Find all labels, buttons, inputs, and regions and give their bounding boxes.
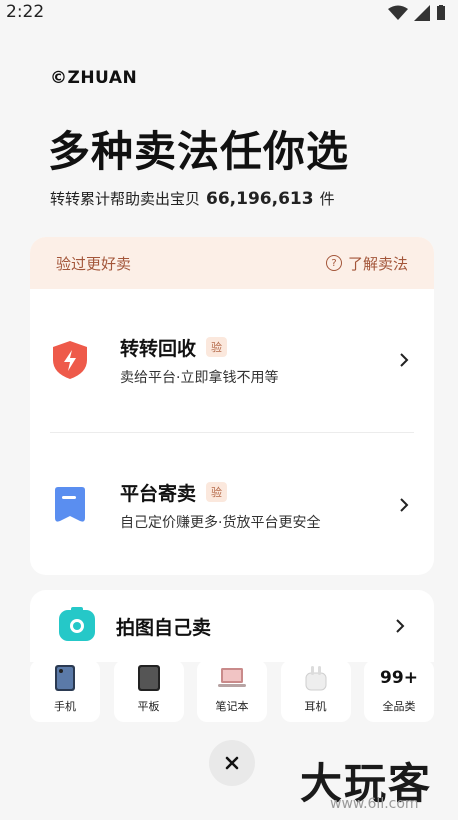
shield-icon	[50, 340, 90, 380]
status-time: 2:22	[6, 2, 45, 22]
signal-icon	[414, 5, 430, 21]
verified-title: 验过更好卖	[56, 254, 132, 273]
photo-sell-card: 拍图自己卖	[30, 590, 434, 662]
verified-header: 验过更好卖 ? 了解卖法	[30, 237, 434, 289]
consignment-title: 平台寄卖	[120, 482, 197, 505]
status-icons	[388, 5, 446, 21]
status-bar: 2:22	[0, 0, 458, 26]
consignment-desc: 自己定价赚更多·货放平台更安全	[120, 514, 321, 531]
consignment-option[interactable]: 平台寄卖 验 自己定价赚更多·货放平台更安全	[50, 465, 414, 545]
help-icon: ?	[325, 255, 342, 271]
tablet-icon	[137, 664, 161, 692]
brand-logo: ©ZHUAN	[50, 68, 138, 88]
recycle-option[interactable]: 转转回收 验 卖给平台·立即拿钱不用等	[50, 320, 414, 400]
category-label: 手机	[54, 700, 76, 713]
sold-count-line: 转转累计帮助卖出宝贝 66,196,613 件	[50, 188, 335, 209]
close-icon	[225, 756, 239, 770]
sold-count-prefix: 转转累计帮助卖出宝贝	[50, 190, 201, 208]
category-laptop[interactable]: 笔记本	[197, 660, 267, 722]
photo-sell-option[interactable]: 拍图自己卖	[58, 606, 410, 646]
battery-icon	[437, 5, 445, 20]
document-icon	[50, 485, 90, 525]
sold-count-value: 66,196,613	[206, 189, 314, 209]
category-all[interactable]: 99+ 全品类	[364, 660, 434, 722]
earphones-icon	[304, 664, 328, 692]
verified-sell-card: 验过更好卖 ? 了解卖法 转转回收 验 卖给平台·立即拿钱不用等 平台寄卖 验 …	[30, 237, 434, 575]
recycle-title: 转转回收	[120, 337, 197, 360]
chevron-right-icon	[394, 495, 414, 515]
chevron-right-icon	[390, 616, 410, 636]
learn-sell-methods-label: 了解卖法	[347, 254, 408, 273]
category-tablet[interactable]: 平板	[113, 660, 184, 722]
more-count-badge: 99+	[380, 668, 418, 688]
page-title: 多种卖法任你选	[48, 127, 350, 176]
recycle-desc: 卖给平台·立即拿钱不用等	[120, 369, 279, 386]
category-label: 笔记本	[215, 700, 249, 713]
chevron-right-icon	[394, 350, 414, 370]
category-label: 耳机	[304, 700, 327, 713]
category-label: 平板	[137, 700, 160, 713]
wifi-icon	[388, 5, 408, 20]
category-earphones[interactable]: 耳机	[280, 660, 351, 722]
close-button[interactable]	[209, 740, 255, 786]
verified-badge: 验	[206, 482, 228, 502]
category-list: 手机 平板 笔记本 耳机 99+ 全品类	[30, 660, 434, 722]
watermark-url: www.6ll.com	[330, 796, 419, 812]
verified-badge: 验	[206, 337, 228, 357]
photo-sell-title: 拍图自己卖	[116, 616, 212, 639]
category-phone[interactable]: 手机	[30, 660, 100, 722]
phone-icon	[54, 664, 76, 692]
category-label: 全品类	[382, 700, 416, 713]
divider	[50, 432, 414, 433]
sold-count-suffix: 件	[319, 190, 335, 208]
camera-icon	[58, 606, 96, 646]
learn-sell-methods-link[interactable]: ? 了解卖法	[325, 253, 408, 274]
laptop-icon	[217, 664, 247, 692]
